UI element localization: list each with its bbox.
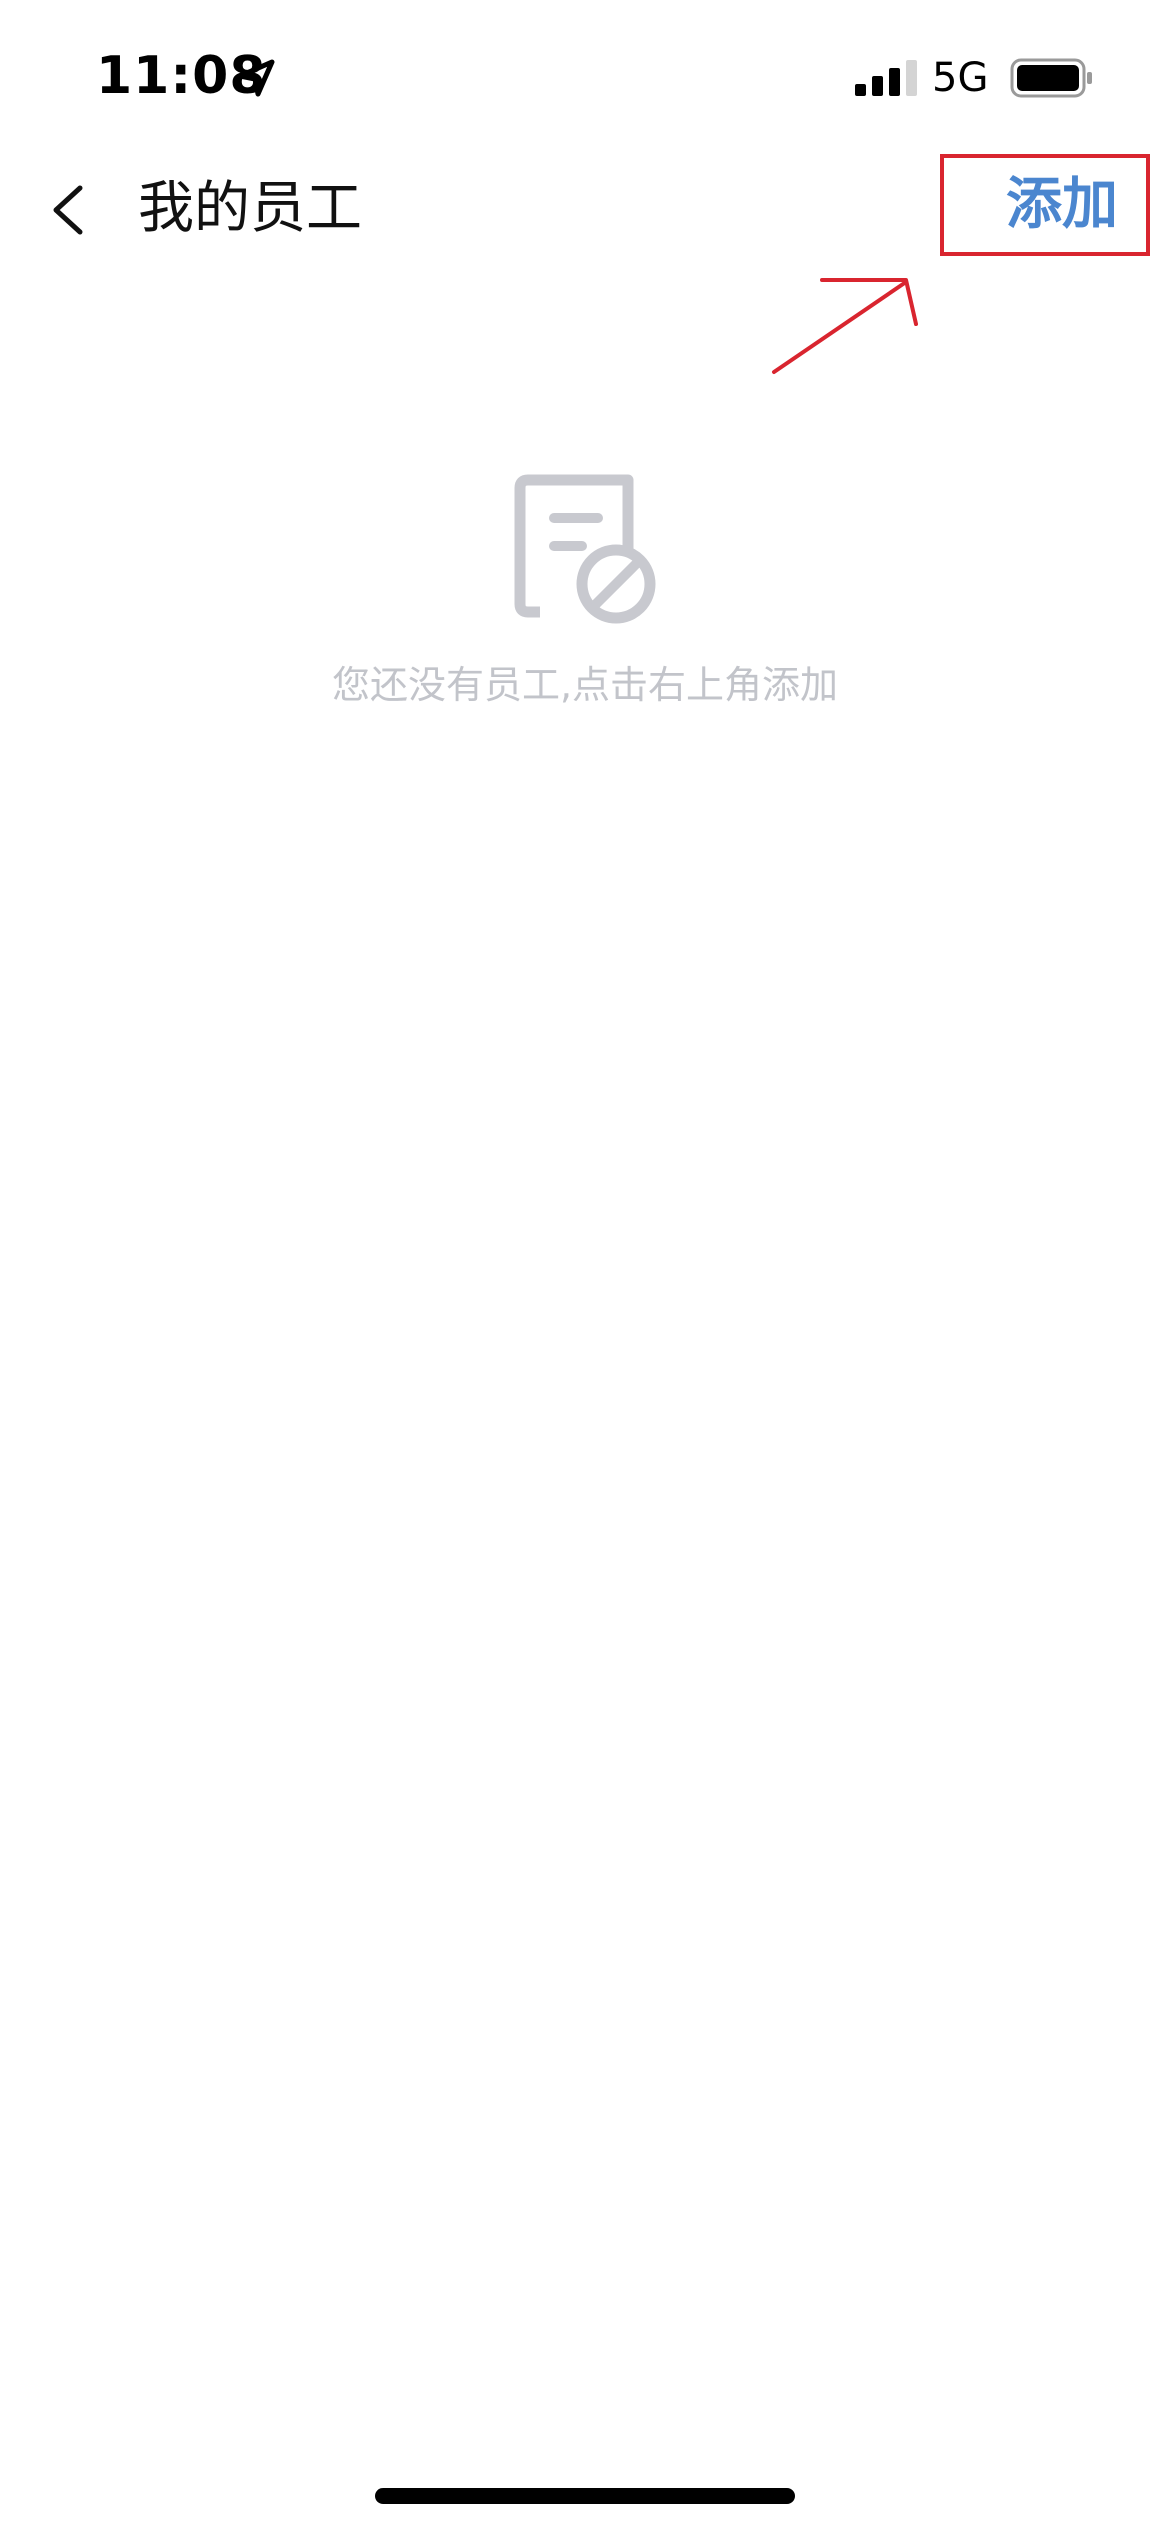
battery-icon bbox=[1010, 58, 1094, 98]
home-indicator[interactable] bbox=[375, 2488, 795, 2504]
nav-bar: 我的员工 添加 bbox=[0, 150, 1170, 270]
add-button-label: 添加 bbox=[1006, 172, 1118, 237]
status-bar: 11:08 5G bbox=[0, 0, 1170, 150]
add-button[interactable]: 添加 bbox=[940, 154, 1150, 256]
empty-state: 您还没有员工,点击右上角添加 bbox=[0, 470, 1170, 710]
signal-bars-icon bbox=[855, 60, 917, 96]
screen: 11:08 5G 我的员工 添加 您还没有员工,点击右上角添加 bbox=[0, 0, 1170, 2532]
chevron-left-icon bbox=[53, 185, 83, 235]
page-title: 我的员工 bbox=[138, 176, 362, 241]
network-label: 5G bbox=[932, 55, 989, 101]
back-button[interactable] bbox=[30, 170, 110, 250]
empty-document-icon bbox=[514, 474, 656, 624]
empty-state-message: 您还没有员工,点击右上角添加 bbox=[331, 663, 839, 707]
location-arrow-icon bbox=[236, 58, 276, 98]
annotation-arrow-icon bbox=[772, 278, 918, 374]
